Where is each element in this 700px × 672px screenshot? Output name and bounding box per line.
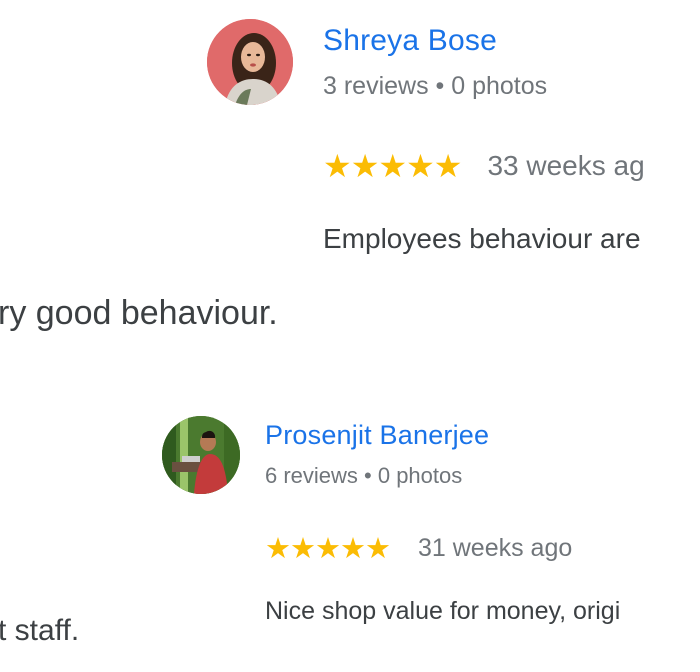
star-rating: ★★★★★: [265, 532, 391, 565]
review-text[interactable]: Nice shop value for money, origi: [265, 597, 620, 626]
star-rating: ★★★★★: [323, 148, 462, 184]
reviewer-avatar[interactable]: [207, 19, 293, 105]
review-list: ry good behaviour. t staff. Shreya Bose …: [0, 0, 700, 672]
reviewer-stats: 6 reviews • 0 photos: [265, 463, 463, 488]
review-date: 31 weeks ago: [418, 533, 573, 562]
review-rating-row: ★★★★★ 31 weeks ago: [265, 532, 573, 565]
review-text-fragment: t staff.: [0, 614, 80, 647]
reviewer-avatar[interactable]: [162, 416, 240, 494]
reviewer-name[interactable]: Shreya Bose: [323, 24, 497, 58]
review-text-fragment: ry good behaviour.: [0, 294, 278, 332]
profile-photo-avatar-icon: [162, 416, 240, 494]
review-date: 33 weeks ag: [487, 150, 645, 181]
reviewer-name[interactable]: Prosenjit Banerjee: [265, 420, 489, 451]
review-text[interactable]: Employees behaviour are: [323, 223, 641, 255]
reviewer-stats: 3 reviews • 0 photos: [323, 72, 548, 100]
review-rating-row: ★★★★★ 33 weeks ag: [323, 148, 645, 184]
profile-photo-avatar-icon: [207, 19, 293, 105]
